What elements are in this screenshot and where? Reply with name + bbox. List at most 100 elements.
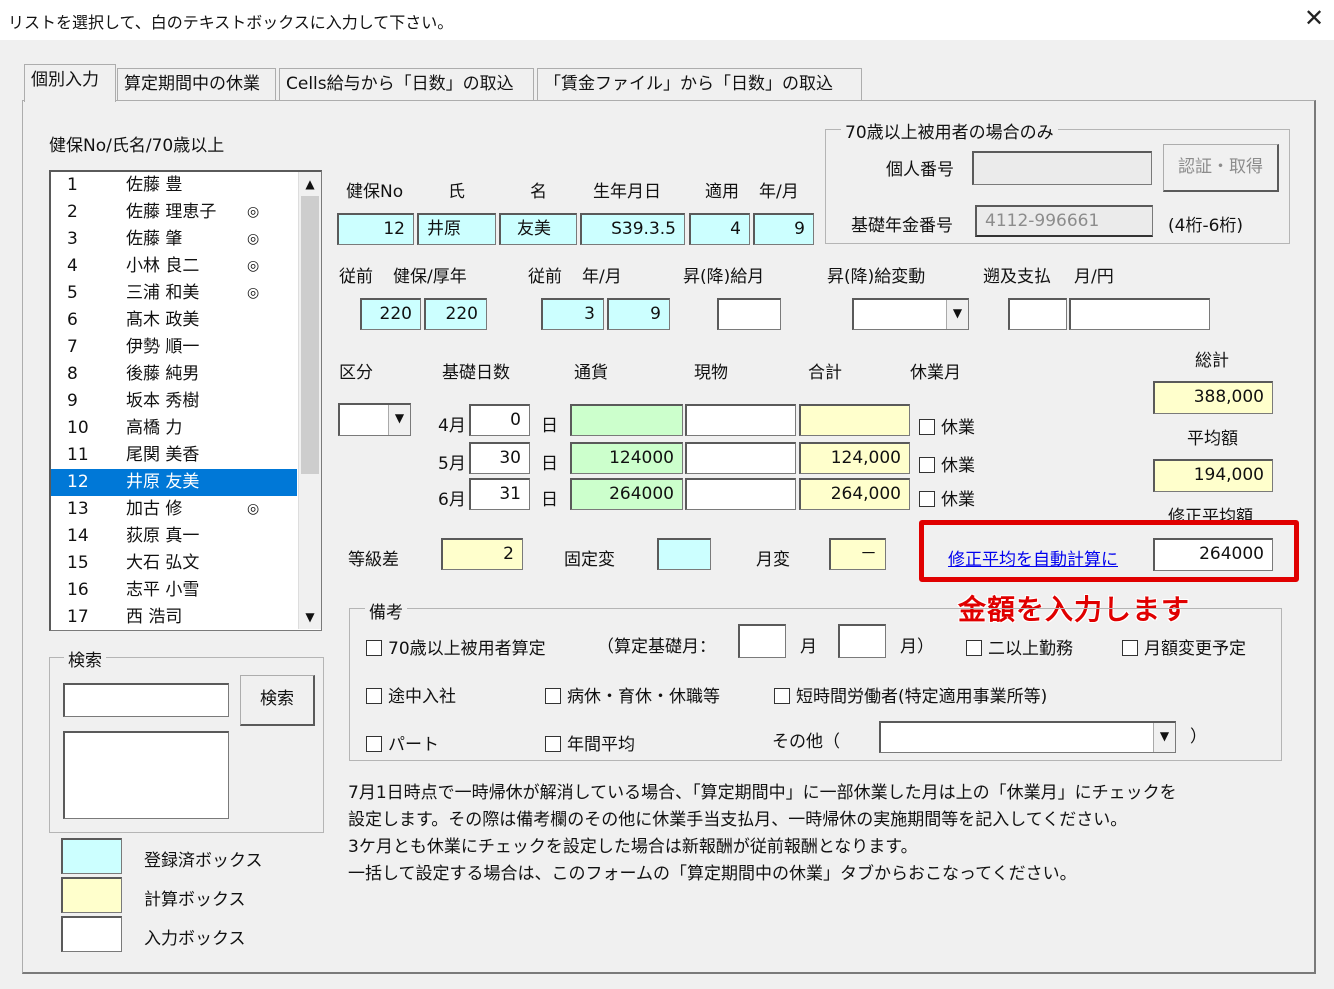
list-item-name: 坂本 秀樹 <box>126 391 200 411</box>
tochu-checkbox-label: 途中入社 <box>388 687 456 707</box>
row-genbutsu-field[interactable] <box>685 478 796 510</box>
avg-field: 194,000 <box>1153 459 1273 492</box>
santei-month-1[interactable] <box>738 624 786 658</box>
list-item[interactable]: 16 志平 小雪 <box>51 577 297 604</box>
list-item[interactable]: 15 大石 弘文 <box>51 550 297 577</box>
santei-month-2[interactable] <box>838 624 886 658</box>
list-item[interactable]: 6 髙木 政美 <box>51 307 297 334</box>
chevron-down-icon[interactable]: ▼ <box>1153 723 1175 752</box>
list-item-no: 15 <box>67 553 89 573</box>
list-scrollbar[interactable]: ▲ ▼ <box>298 172 321 629</box>
row-tsuka-field[interactable]: 264000 <box>570 478 683 510</box>
row-genbutsu-field[interactable] <box>685 442 796 474</box>
mei-field[interactable]: 友美 <box>499 213 577 245</box>
tanjikan-checkbox[interactable]: 短時間労働者(特定適用事業所等) <box>774 682 1047 707</box>
sonota-select[interactable]: ▼ <box>879 721 1176 753</box>
nenkan-checkbox[interactable]: 年間平均 <box>545 730 635 755</box>
tab-individual[interactable]: 個別入力 <box>24 64 116 102</box>
nijo-checkbox[interactable]: 二以上勤務 <box>966 634 1073 659</box>
list-item[interactable]: 3 佐藤 肇 ◎ <box>51 226 297 253</box>
prev-year-field[interactable]: 3 <box>541 298 604 330</box>
over70-checkbox[interactable]: 70歳以上被用者算定 <box>366 634 546 659</box>
checkbox-icon[interactable] <box>919 419 935 435</box>
list-item[interactable]: 17 西 浩司 <box>51 604 297 630</box>
kiso-field[interactable]: 4112-996661 <box>975 205 1153 237</box>
list-item[interactable]: 11 尾関 美香 <box>51 442 297 469</box>
list-item[interactable]: 14 荻原 真一 <box>51 523 297 550</box>
list-item-name: 後藤 純男 <box>126 364 200 384</box>
chevron-down-icon[interactable]: ▼ <box>946 300 968 329</box>
hendo-select[interactable]: ▼ <box>852 298 969 330</box>
tochu-checkbox[interactable]: 途中入社 <box>366 682 456 707</box>
row-days-field[interactable]: 30 <box>469 442 530 474</box>
byokyu-checkbox[interactable]: 病休・育休・休職等 <box>545 682 720 707</box>
list-item[interactable]: 4 小林 良二 ◎ <box>51 253 297 280</box>
list-item-no: 1 <box>67 175 78 195</box>
checkbox-icon[interactable] <box>919 491 935 507</box>
scroll-down-icon[interactable]: ▼ <box>299 605 321 629</box>
prev-month-field[interactable]: 9 <box>607 298 670 330</box>
list-item[interactable]: 5 三浦 和美 ◎ <box>51 280 297 307</box>
list-item[interactable]: 10 高橋 力 <box>51 415 297 442</box>
getsugaku-checkbox[interactable]: 月額変更予定 <box>1122 634 1246 659</box>
tab-wage-file-import[interactable]: 「賃金ファイル」から「日数」の取込 <box>537 68 862 100</box>
list-item[interactable]: 13 加古 修 ◎ <box>51 496 297 523</box>
row-tsuka-field[interactable] <box>570 404 683 436</box>
row-month-label: 4月 <box>438 416 466 436</box>
list-item[interactable]: 12 井原 友美 <box>51 469 297 496</box>
day-unit: 日 <box>541 490 558 510</box>
auth-button[interactable]: 認証・取得 <box>1163 144 1279 192</box>
list-item-no: 3 <box>67 229 78 249</box>
shi-field[interactable]: 井原 <box>417 213 496 245</box>
kenpo-no-field[interactable]: 12 <box>337 213 414 245</box>
part-checkbox[interactable]: パート <box>366 730 439 755</box>
over70-checkbox-label: 70歳以上被用者算定 <box>388 639 546 659</box>
checkbox-icon[interactable] <box>366 640 382 656</box>
kyugyo-checkbox[interactable]: 休業 <box>919 413 975 438</box>
row-tsuka-field[interactable]: 124000 <box>570 442 683 474</box>
checkbox-icon[interactable] <box>366 688 382 704</box>
checkbox-icon[interactable] <box>966 640 982 656</box>
search-button[interactable]: 検索 <box>240 675 315 726</box>
row-days-field[interactable]: 0 <box>469 404 530 436</box>
row-genbutsu-field[interactable] <box>685 404 796 436</box>
tekiyo-month-field[interactable]: 9 <box>753 213 814 245</box>
prev-kosei-field[interactable]: 220 <box>424 298 487 330</box>
getsuhen-label: 月変 <box>756 550 790 570</box>
title-bar: リストを選択して、白のテキストボックスに入力して下さい。 ✕ <box>0 0 1334 40</box>
search-input[interactable] <box>63 683 229 717</box>
list-item[interactable]: 7 伊勢 順一 <box>51 334 297 361</box>
list-item-name: 西 浩司 <box>126 607 183 627</box>
checkbox-icon[interactable] <box>774 688 790 704</box>
checkbox-icon[interactable] <box>366 736 382 752</box>
kojin-field[interactable] <box>972 151 1152 185</box>
kubun-select[interactable]: ▼ <box>338 403 411 436</box>
list-item[interactable]: 8 後藤 純男 <box>51 361 297 388</box>
prev-kenpo-field[interactable]: 220 <box>360 298 421 330</box>
search-results[interactable] <box>63 731 229 819</box>
list-item[interactable]: 2 佐藤 理恵子 ◎ <box>51 199 297 226</box>
tab-leave-period[interactable]: 算定期間中の休業 <box>117 68 276 100</box>
chevron-down-icon[interactable]: ▼ <box>388 405 410 435</box>
kyugyo-checkbox[interactable]: 休業 <box>919 451 975 476</box>
scroll-up-icon[interactable]: ▲ <box>299 172 321 196</box>
sokyu-yen-field[interactable] <box>1069 298 1210 330</box>
checkbox-icon[interactable] <box>545 688 561 704</box>
checkbox-icon[interactable] <box>1122 640 1138 656</box>
shokyu-field[interactable] <box>717 298 781 330</box>
row-days-field[interactable]: 31 <box>469 478 530 510</box>
birth-field[interactable]: S39.3.5 <box>580 213 685 245</box>
checkbox-icon[interactable] <box>919 457 935 473</box>
close-icon[interactable]: ✕ <box>1300 4 1328 32</box>
legend-registered-label: 登録済ボックス <box>144 851 263 871</box>
checkbox-icon[interactable] <box>545 736 561 752</box>
tab-cells-import[interactable]: Cells給与から「日数」の取込 <box>279 68 534 100</box>
list-item[interactable]: 1 佐藤 豊 <box>51 172 297 199</box>
scroll-thumb[interactable] <box>301 196 319 474</box>
list-item-name: 井原 友美 <box>126 472 200 492</box>
tekiyo-year-field[interactable]: 4 <box>689 213 750 245</box>
sokyu-month-field[interactable] <box>1008 298 1067 330</box>
employee-list[interactable]: 1 佐藤 豊 2 佐藤 理恵子 ◎ 3 佐藤 肇 ◎ 4 小林 良二 ◎ 5 三浦 和美 ◎ 6 髙木 政美 7… <box>49 170 322 631</box>
kyugyo-checkbox[interactable]: 休業 <box>919 485 975 510</box>
list-item[interactable]: 9 坂本 秀樹 <box>51 388 297 415</box>
